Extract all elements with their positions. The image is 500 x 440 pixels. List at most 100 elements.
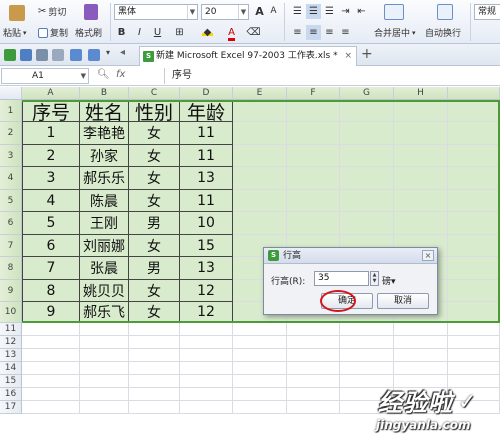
grid-cell[interactable] [394, 212, 448, 235]
table-cell[interactable]: 3 [22, 167, 80, 190]
grid-cell[interactable] [448, 323, 500, 336]
dialog-titlebar[interactable]: S 行高 × [264, 248, 437, 264]
row-header[interactable]: 2 [0, 122, 22, 145]
grid-cell[interactable] [22, 323, 80, 336]
clear-format-icon[interactable]: ⌫ [246, 25, 261, 40]
number-format-select[interactable]: 常规 [474, 4, 500, 20]
grid-cell[interactable] [448, 190, 500, 212]
table-header-cell[interactable]: 姓名 [80, 100, 129, 122]
grid-cell[interactable] [129, 349, 180, 362]
grid-cell[interactable] [233, 122, 287, 145]
table-cell[interactable]: 女 [129, 280, 180, 302]
grid-cell[interactable] [80, 323, 129, 336]
grid-cell[interactable] [287, 362, 340, 375]
table-cell[interactable]: 10 [180, 212, 233, 235]
borders-icon[interactable]: ⊞ [172, 25, 187, 40]
redo-icon[interactable] [88, 49, 100, 61]
grid-cell[interactable] [340, 167, 394, 190]
grid-cell[interactable] [22, 362, 80, 375]
close-icon[interactable]: × [422, 250, 434, 261]
table-cell[interactable]: 男 [129, 212, 180, 235]
align-right-icon[interactable]: ≡ [322, 25, 337, 40]
grid-cell[interactable] [287, 388, 340, 401]
grid-cell[interactable] [233, 100, 287, 122]
table-cell[interactable]: 姚贝贝 [80, 280, 129, 302]
grid-cell[interactable] [22, 388, 80, 401]
table-cell[interactable]: 4 [22, 190, 80, 212]
grid-cell[interactable] [394, 145, 448, 167]
align-middle-icon[interactable]: ☰ [306, 4, 321, 19]
table-header-cell[interactable]: 年龄 [180, 100, 233, 122]
table-cell[interactable]: 张晨 [80, 257, 129, 280]
column-header[interactable]: E [233, 87, 287, 100]
table-cell[interactable]: 刘丽娜 [80, 235, 129, 257]
select-all-corner[interactable] [0, 87, 22, 100]
table-cell[interactable]: 李艳艳 [80, 122, 129, 145]
grid-cell[interactable] [394, 336, 448, 349]
row-header[interactable]: 17 [0, 401, 22, 414]
table-header-cell[interactable]: 序号 [22, 100, 80, 122]
table-cell[interactable]: 郝乐飞 [80, 302, 129, 323]
row-header[interactable]: 11 [0, 323, 22, 336]
bold-button[interactable]: B [114, 25, 129, 40]
merge-center-button[interactable]: 合并居中 ▾ [374, 26, 416, 40]
table-cell[interactable]: 11 [180, 145, 233, 167]
grid-cell[interactable] [394, 349, 448, 362]
wrap-text-button[interactable]: 自动换行 [425, 26, 461, 39]
grid-cell[interactable] [180, 349, 233, 362]
row-header[interactable]: 14 [0, 362, 22, 375]
grid-cell[interactable] [233, 212, 287, 235]
table-cell[interactable]: 女 [129, 145, 180, 167]
grid-cell[interactable] [340, 190, 394, 212]
align-left-icon[interactable]: ≡ [290, 25, 305, 40]
grid-cell[interactable] [287, 190, 340, 212]
grid-cell[interactable] [287, 167, 340, 190]
grid-cell[interactable] [180, 388, 233, 401]
table-cell[interactable]: 13 [180, 257, 233, 280]
table-cell[interactable]: 陈晨 [80, 190, 129, 212]
row-header[interactable]: 3 [0, 145, 22, 167]
table-header-cell[interactable]: 性别 [129, 100, 180, 122]
grid-cell[interactable] [340, 212, 394, 235]
grid-cell[interactable] [448, 235, 500, 257]
align-bottom-icon[interactable]: ☰ [322, 4, 337, 19]
table-cell[interactable]: 1 [22, 122, 80, 145]
column-header[interactable]: C [129, 87, 180, 100]
customize-toolbar-icon[interactable]: ▾ [106, 48, 110, 57]
grid-cell[interactable] [448, 167, 500, 190]
grid-cell[interactable] [129, 336, 180, 349]
row-header[interactable]: 10 [0, 302, 22, 323]
font-name-select[interactable]: 黑体 ▼ [114, 4, 198, 20]
grid-cell[interactable] [180, 375, 233, 388]
row-header[interactable]: 7 [0, 235, 22, 257]
italic-button[interactable]: I [132, 25, 147, 40]
table-cell[interactable]: 女 [129, 235, 180, 257]
grid-cell[interactable] [287, 122, 340, 145]
cut-button[interactable]: ✂ 剪切 [38, 5, 66, 18]
save-icon[interactable] [20, 49, 32, 61]
align-top-icon[interactable]: ☰ [290, 4, 305, 19]
grid-cell[interactable] [448, 349, 500, 362]
row-header[interactable]: 12 [0, 336, 22, 349]
undo-icon[interactable] [70, 49, 82, 61]
grid-cell[interactable] [394, 167, 448, 190]
grid-cell[interactable] [340, 323, 394, 336]
grid-cell[interactable] [129, 401, 180, 414]
grid-cell[interactable] [340, 122, 394, 145]
table-cell[interactable]: 6 [22, 235, 80, 257]
grid-cell[interactable] [448, 100, 500, 122]
row-header[interactable]: 8 [0, 257, 22, 280]
grid-cell[interactable] [287, 401, 340, 414]
table-cell[interactable]: 2 [22, 145, 80, 167]
table-cell[interactable]: 女 [129, 122, 180, 145]
grid-cell[interactable] [80, 349, 129, 362]
font-shrink-icon[interactable]: A [266, 4, 281, 19]
grid-cell[interactable] [287, 145, 340, 167]
grid-cell[interactable] [80, 336, 129, 349]
grid-cell[interactable] [394, 323, 448, 336]
grid-cell[interactable] [233, 167, 287, 190]
add-tab-icon[interactable]: + [361, 46, 373, 62]
row-header[interactable]: 15 [0, 375, 22, 388]
grid-cell[interactable] [22, 349, 80, 362]
row-header[interactable]: 5 [0, 190, 22, 212]
